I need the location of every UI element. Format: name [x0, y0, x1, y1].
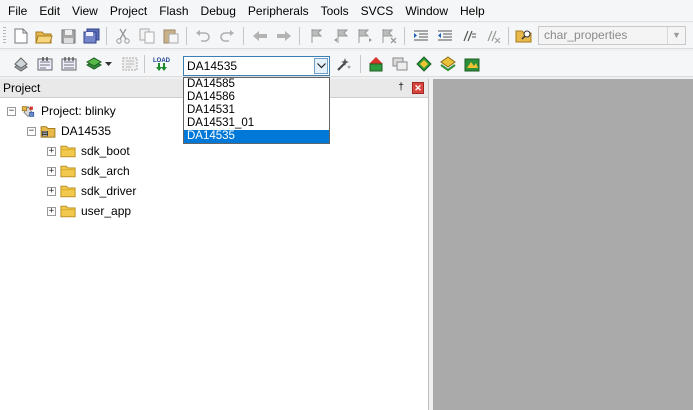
target-option-da14535[interactable]: DA14535 — [184, 130, 329, 143]
copy-icon[interactable] — [138, 27, 156, 45]
stop-build-icon[interactable] — [121, 55, 139, 73]
unindent-icon[interactable] — [436, 27, 454, 45]
toolbar-separator — [106, 27, 107, 45]
target-select[interactable]: DA14535 — [183, 56, 330, 76]
folder-icon — [60, 185, 76, 197]
toolbar-separator — [186, 27, 187, 45]
paste-icon[interactable] — [162, 27, 180, 45]
comment-selection-icon[interactable] — [460, 27, 478, 45]
close-icon[interactable]: ✕ — [412, 82, 424, 94]
target-dropdown-list: DA14585 DA14586 DA14531 DA14531_01 DA145… — [183, 77, 330, 144]
tree-item-label: user_app — [81, 204, 132, 218]
tree-item-project[interactable]: − Project: blinky — [7, 102, 116, 120]
menu-bar: File Edit View Project Flash Debug Perip… — [0, 0, 693, 22]
tree-item-group[interactable]: + sdk_arch — [47, 162, 130, 180]
menu-flash[interactable]: Flash — [153, 0, 194, 22]
target-options-icon[interactable] — [335, 55, 353, 73]
tree-item-group[interactable]: + sdk_boot — [47, 142, 130, 160]
menu-project[interactable]: Project — [104, 0, 153, 22]
tree-item-label: sdk_boot — [81, 144, 130, 158]
tree-item-group[interactable]: + sdk_driver — [47, 182, 136, 200]
chevron-down-icon[interactable] — [104, 55, 114, 73]
run-time-environment-icon[interactable] — [463, 55, 481, 73]
new-file-icon[interactable] — [12, 27, 30, 45]
expand-icon[interactable]: + — [47, 146, 56, 156]
save-icon[interactable] — [59, 27, 77, 45]
menu-edit[interactable]: Edit — [33, 0, 66, 22]
toolbar-separator — [508, 27, 509, 45]
menu-window[interactable]: Window — [399, 0, 454, 22]
target-option-da14586[interactable]: DA14586 — [184, 91, 329, 104]
tree-item-label: sdk_arch — [81, 164, 130, 178]
target-option-da14531-01[interactable]: DA14531_01 — [184, 117, 329, 130]
pack-installer-icon[interactable] — [439, 55, 457, 73]
toolbar-grip[interactable] — [3, 27, 6, 45]
menu-view[interactable]: View — [66, 0, 104, 22]
toolbar-separator — [404, 27, 405, 45]
expand-icon[interactable]: + — [47, 166, 56, 176]
target-option-da14585[interactable]: DA14585 — [184, 78, 329, 91]
download-icon[interactable]: LOAD — [151, 55, 173, 73]
project-icon — [21, 105, 35, 117]
folder-icon — [60, 165, 76, 177]
tree-item-group[interactable]: + user_app — [47, 202, 131, 220]
expand-icon[interactable]: + — [47, 206, 56, 216]
rebuild-icon[interactable] — [60, 55, 78, 73]
uncomment-selection-icon[interactable] — [484, 27, 502, 45]
tree-item-label: sdk_driver — [81, 184, 137, 198]
menu-help[interactable]: Help — [454, 0, 491, 22]
redo-icon[interactable] — [218, 27, 236, 45]
undo-icon[interactable] — [194, 27, 212, 45]
manage-project-items-icon[interactable] — [391, 55, 409, 73]
cut-icon[interactable] — [114, 27, 132, 45]
navigate-back-icon[interactable] — [251, 27, 269, 45]
build-toolbar: LOAD DA14535 — [0, 51, 693, 77]
tree-item-target[interactable]: − DA14535 — [27, 122, 111, 140]
tree-item-label: Project: blinky — [41, 104, 116, 118]
save-all-icon[interactable] — [82, 27, 100, 45]
collapse-icon[interactable]: − — [27, 126, 36, 136]
file-extensions-icon[interactable] — [367, 55, 385, 73]
bookmark-icon[interactable] — [308, 27, 326, 45]
expand-icon[interactable]: + — [47, 186, 56, 196]
find-in-files-icon[interactable] — [515, 27, 533, 45]
editor-workspace — [433, 79, 693, 410]
target-select-value: DA14535 — [187, 59, 238, 73]
target-option-da14531[interactable]: DA14531 — [184, 104, 329, 117]
collapse-icon[interactable]: − — [7, 106, 16, 116]
build-icon[interactable] — [36, 55, 54, 73]
toolbar-separator — [243, 27, 244, 45]
batch-build-icon[interactable] — [85, 55, 103, 73]
toolbar-separator — [360, 55, 361, 73]
translate-icon[interactable] — [12, 55, 30, 73]
menu-tools[interactable]: Tools — [315, 0, 355, 22]
clear-bookmarks-icon[interactable] — [380, 27, 398, 45]
chevron-down-icon[interactable] — [314, 58, 328, 74]
menu-svcs[interactable]: SVCS — [355, 0, 400, 22]
menu-file[interactable]: File — [2, 0, 33, 22]
navigate-forward-icon[interactable] — [275, 27, 293, 45]
target-folder-icon — [40, 125, 56, 138]
tree-item-label: DA14535 — [61, 124, 112, 138]
menu-debug[interactable]: Debug — [195, 0, 242, 22]
select-packs-icon[interactable] — [415, 55, 433, 73]
menu-peripherals[interactable]: Peripherals — [242, 0, 315, 22]
toolbar-separator — [144, 55, 145, 73]
find-combo-value: char_properties — [544, 28, 628, 42]
pin-icon[interactable]: † — [395, 82, 407, 94]
file-toolbar: char_properties ▼ — [0, 23, 693, 49]
folder-icon — [60, 205, 76, 217]
prev-bookmark-icon[interactable] — [332, 27, 350, 45]
chevron-down-icon[interactable]: ▼ — [667, 27, 685, 44]
open-folder-icon[interactable] — [35, 27, 53, 45]
find-combo[interactable]: char_properties ▼ — [538, 26, 686, 45]
folder-icon — [60, 145, 76, 157]
download-label: LOAD — [153, 58, 171, 64]
project-panel-title: Project — [3, 81, 41, 95]
toolbar-separator — [299, 27, 300, 45]
indent-icon[interactable] — [412, 27, 430, 45]
next-bookmark-icon[interactable] — [356, 27, 374, 45]
